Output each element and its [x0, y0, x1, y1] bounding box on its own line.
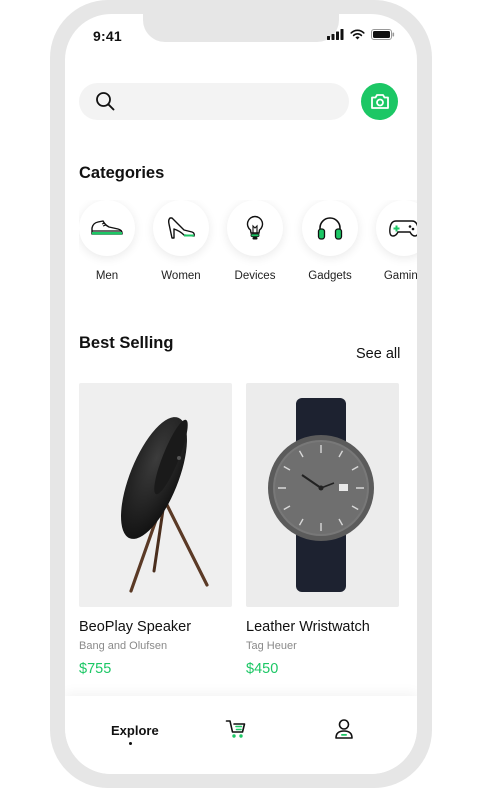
best-selling-title: Best Selling [79, 334, 174, 352]
battery-icon [371, 29, 395, 40]
category-men[interactable]: Men [79, 200, 135, 282]
product-price: $450 [246, 661, 279, 677]
nav-profile-tab[interactable] [334, 718, 354, 745]
user-icon [335, 719, 353, 739]
product-image-speaker [79, 383, 232, 607]
category-label: Gaming [383, 270, 417, 282]
category-devices-circle [227, 200, 283, 256]
sneaker-icon [91, 220, 123, 235]
category-gadgets-circle [302, 200, 358, 256]
categories-list: Men Women Devices Gadgets Gamin [79, 200, 417, 290]
nav-cart-tab[interactable] [225, 718, 247, 745]
lightbulb-icon [246, 215, 264, 240]
see-all-link[interactable]: See all [356, 346, 400, 362]
product-name: Leather Wristwatch [246, 619, 370, 635]
wifi-icon [350, 29, 365, 40]
product-image-watch [246, 383, 399, 607]
device-notch [143, 14, 339, 42]
product-brand: Bang and Olufsen [79, 640, 168, 652]
gamepad-icon [389, 220, 417, 237]
product-card-speaker[interactable]: BeoPlay Speaker Bang and Olufsen $755 [79, 383, 232, 677]
nav-explore-tab[interactable]: Explore [111, 723, 159, 738]
camera-icon [370, 94, 389, 109]
camera-search-button[interactable] [361, 83, 398, 120]
category-label: Devices [234, 270, 276, 282]
watch-illustration [268, 398, 374, 592]
headphones-icon [317, 217, 343, 240]
signal-icon [327, 29, 344, 40]
category-women[interactable]: Women [153, 200, 209, 282]
product-price: $755 [79, 661, 112, 677]
high-heel-icon [167, 217, 195, 239]
speaker-illustration [121, 417, 209, 593]
category-gadgets[interactable]: Gadgets [302, 200, 358, 282]
category-gaming[interactable]: Gaming [376, 200, 417, 282]
category-label: Gadgets [308, 270, 352, 282]
category-label: Men [95, 270, 119, 282]
product-brand: Tag Heuer [246, 640, 297, 652]
product-name: BeoPlay Speaker [79, 619, 192, 635]
product-card-watch[interactable]: Leather Wristwatch Tag Heuer $450 [246, 383, 399, 677]
app-screen: 9:41 Categories Men Women Devices Gadget… [65, 14, 417, 774]
categories-title: Categories [79, 164, 165, 182]
status-icons [327, 29, 395, 40]
category-gaming-circle [376, 200, 417, 256]
category-women-circle [153, 200, 209, 256]
bottom-nav: Explore [65, 696, 417, 774]
search-icon [96, 92, 115, 111]
active-tab-indicator [129, 742, 132, 745]
cart-icon [225, 720, 246, 738]
category-devices[interactable]: Devices [227, 200, 283, 282]
search-input[interactable] [79, 83, 349, 120]
status-time: 9:41 [93, 28, 122, 44]
category-men-circle [79, 200, 135, 256]
category-label: Women [161, 270, 201, 282]
